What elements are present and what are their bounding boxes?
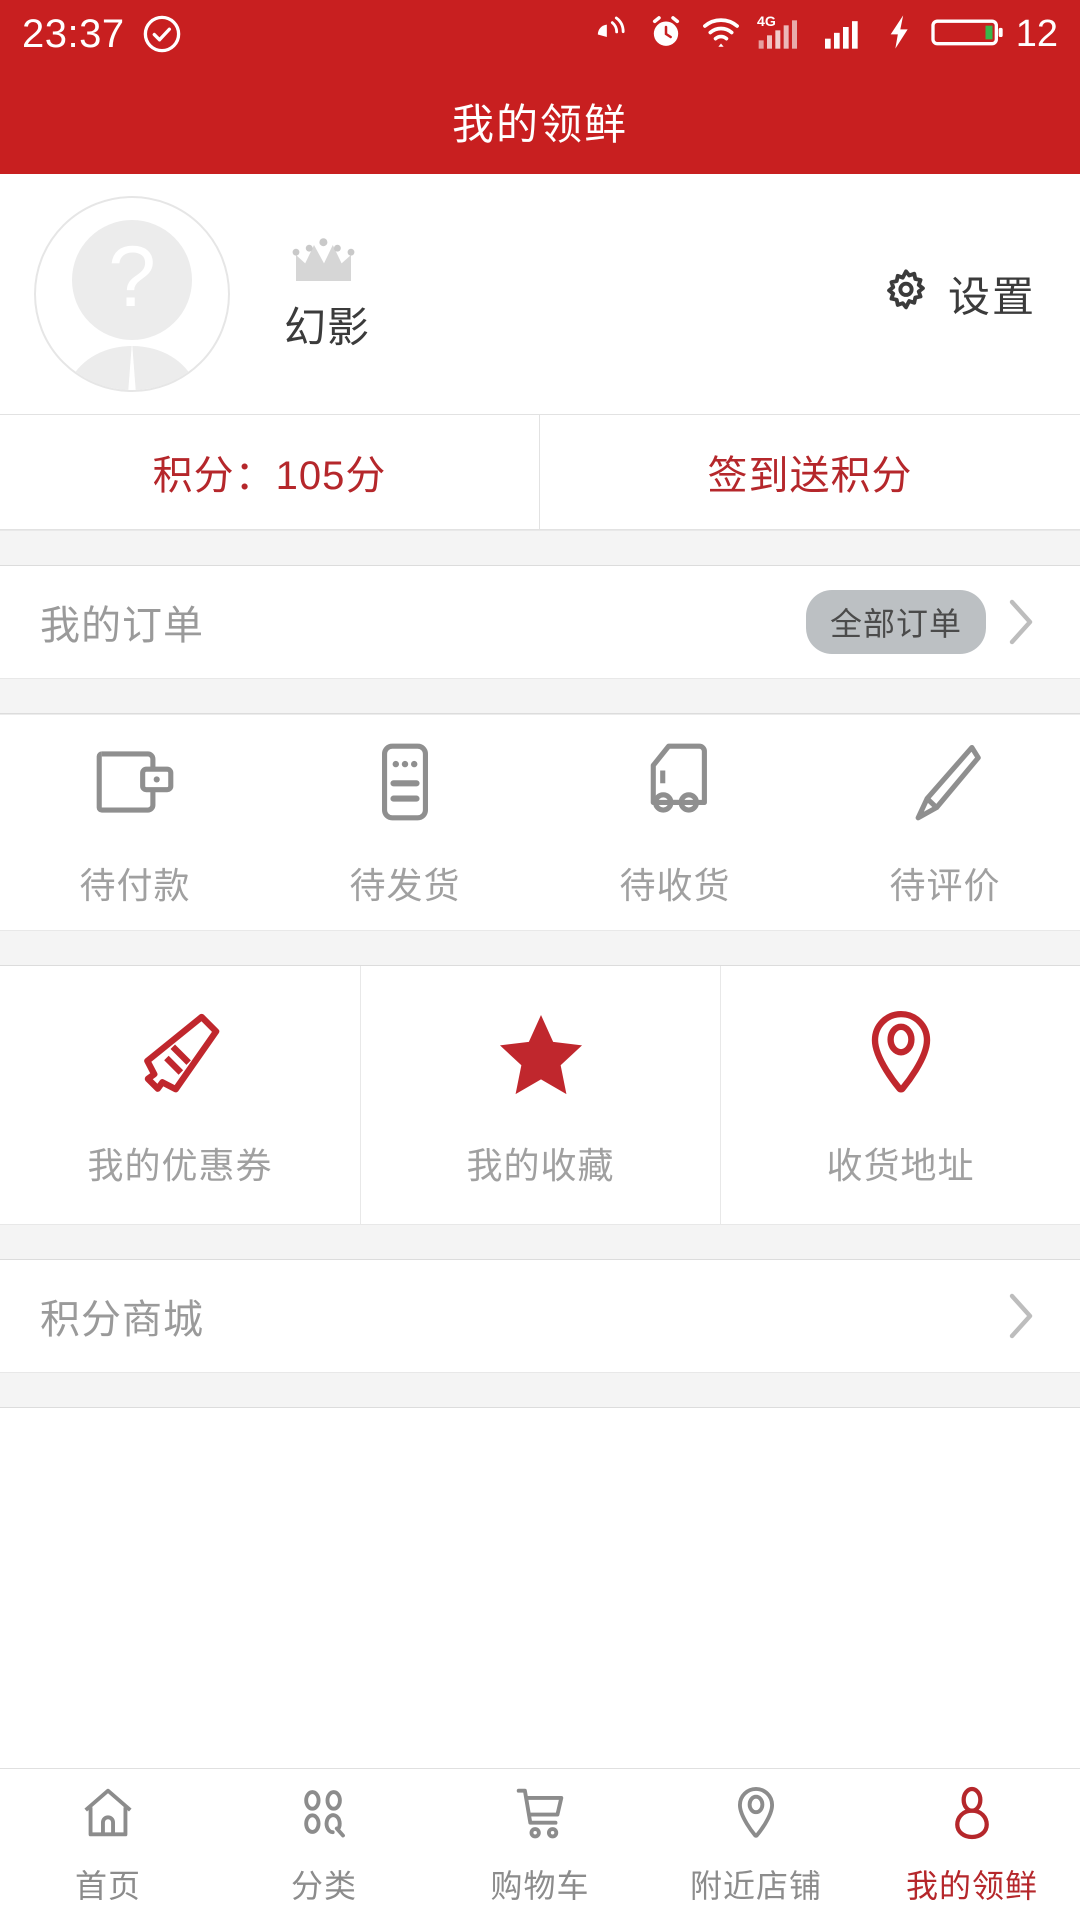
- battery-icon: [930, 12, 1006, 57]
- vibrate-icon: [592, 12, 632, 57]
- section-divider: [0, 930, 1080, 966]
- order-status-grid: 待付款 待发货 待收货 待评价: [0, 714, 1080, 930]
- nav-label: 分类: [290, 1868, 357, 1904]
- service-label: 我的优惠券: [87, 1144, 273, 1186]
- order-status-pending-shipment[interactable]: 待发货: [270, 715, 540, 930]
- nav-label: 附近店铺: [689, 1868, 822, 1904]
- star-icon: [489, 1002, 593, 1111]
- crown-icon: [290, 233, 358, 290]
- service-label: 收货地址: [826, 1144, 975, 1186]
- coupon-icon: [128, 1002, 232, 1111]
- my-orders-label: 我的订单: [40, 604, 204, 648]
- nav-item-home[interactable]: 首页: [0, 1769, 216, 1920]
- username-block: 幻影: [284, 233, 370, 355]
- person-icon: [941, 1782, 1003, 1849]
- chevron-right-icon: [1000, 1290, 1040, 1342]
- nav-item-categories[interactable]: 分类: [216, 1769, 432, 1920]
- username-label: 幻影: [284, 304, 371, 351]
- status-bar-time: 23:37: [22, 12, 125, 56]
- points-balance-button[interactable]: 积分：105分: [0, 415, 540, 529]
- nav-label: 首页: [74, 1868, 141, 1904]
- title-bar: 我的领鲜: [0, 68, 1080, 174]
- alarm-clock-icon: [646, 12, 686, 57]
- settings-button[interactable]: 设置: [880, 264, 1036, 325]
- order-status-label: 待付款: [79, 865, 191, 906]
- truck-icon: [629, 736, 721, 833]
- nav-item-nearby-stores[interactable]: 附近店铺: [648, 1769, 864, 1920]
- page-title: 我的领鲜: [451, 100, 628, 148]
- settings-label: 设置: [947, 273, 1036, 321]
- gear-icon: [880, 266, 932, 323]
- section-divider: [0, 678, 1080, 714]
- services-grid: 我的优惠券 我的收藏 收货地址: [0, 966, 1080, 1224]
- charging-bolt-icon: [882, 12, 916, 57]
- order-status-label: 待评价: [889, 865, 1001, 906]
- service-shipping-address[interactable]: 收货地址: [720, 966, 1080, 1224]
- wifi-icon: [700, 11, 742, 58]
- service-label: 我的收藏: [466, 1144, 615, 1186]
- order-status-pending-review[interactable]: 待评价: [810, 715, 1080, 930]
- order-status-pending-payment[interactable]: 待付款: [0, 715, 270, 930]
- service-my-favorites[interactable]: 我的收藏: [360, 966, 720, 1224]
- status-bar-icons: 4G: [592, 11, 1006, 58]
- location-pin-icon: [849, 1002, 953, 1111]
- order-status-pending-receipt[interactable]: 待收货: [540, 715, 810, 930]
- signin-points-button[interactable]: 签到送积分: [540, 415, 1080, 529]
- points-row: 积分：105分 签到送积分: [0, 414, 1080, 530]
- all-orders-link[interactable]: 全部订单: [805, 590, 1040, 654]
- my-orders-header[interactable]: 我的订单 全部订单: [0, 566, 1080, 678]
- section-divider: [0, 1224, 1080, 1260]
- battery-percent-label: 12: [1015, 13, 1058, 55]
- app-screen: 23:37 4G 12 我的领鲜 ? 幻影 设置 积分：105分 签到送积分 我…: [0, 0, 1080, 1920]
- signal-bars-icon: [822, 12, 868, 57]
- profile-header: ? 幻影 设置: [0, 174, 1080, 414]
- home-icon: [77, 1782, 139, 1849]
- nav-label: 购物车: [490, 1868, 590, 1904]
- nav-item-mine[interactable]: 我的领鲜: [864, 1769, 1080, 1920]
- avatar[interactable]: ?: [34, 196, 230, 392]
- status-bar: 23:37 4G 12: [0, 0, 1080, 68]
- wallet-icon: [89, 736, 181, 833]
- points-mall-label: 积分商城: [40, 1298, 204, 1342]
- section-divider: [0, 1372, 1080, 1408]
- package-document-icon: [359, 736, 451, 833]
- categories-icon: [293, 1782, 355, 1849]
- chevron-right-icon: [1000, 596, 1040, 648]
- content-filler: [0, 1408, 1080, 1768]
- nav-item-cart[interactable]: 购物车: [432, 1769, 648, 1920]
- avatar-placeholder-text: ?: [108, 229, 156, 325]
- order-status-label: 待收货: [619, 865, 731, 906]
- check-circle-icon: [141, 13, 183, 55]
- nav-label: 我的领鲜: [905, 1868, 1038, 1904]
- service-my-coupons[interactable]: 我的优惠券: [0, 966, 360, 1224]
- points-mall-row[interactable]: 积分商城: [0, 1260, 1080, 1372]
- cart-icon: [509, 1782, 571, 1849]
- pencil-icon: [899, 736, 991, 833]
- svg-text:4G: 4G: [757, 14, 776, 30]
- all-orders-badge[interactable]: 全部订单: [805, 590, 986, 654]
- order-status-label: 待发货: [349, 865, 461, 906]
- bottom-navigation: 首页 分类 购物车 附近店铺 我的领鲜: [0, 1768, 1080, 1920]
- signal-4g-icon: 4G: [756, 12, 808, 57]
- location-pin-icon: [725, 1782, 787, 1849]
- section-divider: [0, 530, 1080, 566]
